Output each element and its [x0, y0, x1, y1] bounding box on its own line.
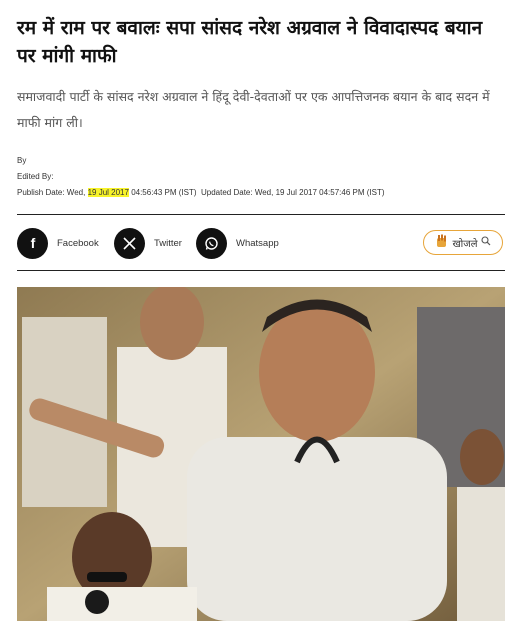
hand-logo-icon: [435, 234, 449, 251]
updated-date: Updated Date: Wed, 19 Jul 2017 04:57:46 …: [201, 188, 385, 197]
article-dates: Publish Date: Wed, 19 Jul 2017 04:56:43 …: [17, 188, 385, 197]
search-icon: [481, 236, 491, 249]
publish-date-prefix: Publish Date: Wed,: [17, 188, 86, 197]
share-twitter-button[interactable]: Twitter: [114, 227, 182, 259]
share-facebook-label: Facebook: [57, 237, 99, 249]
byline: By: [17, 156, 27, 165]
edited-by: Edited By:: [17, 172, 54, 181]
article-photo: [17, 287, 505, 621]
publish-date-highlight: 19 Jul 2017: [87, 188, 129, 197]
share-whatsapp-button[interactable]: Whatsapp: [196, 227, 279, 259]
share-whatsapp-label: Whatsapp: [236, 237, 279, 249]
share-twitter-label: Twitter: [154, 237, 182, 249]
publish-time: 04:56:43 PM (IST): [131, 188, 197, 197]
facebook-icon: f: [17, 227, 48, 259]
divider-bottom: [17, 270, 505, 271]
search-button[interactable]: खोजले: [423, 230, 503, 255]
parliament-photo-illustration: [17, 287, 505, 621]
article-headline: रम में राम पर बवालः सपा सांसद नरेश अग्रव…: [17, 17, 483, 67]
share-bar: f Facebook Twitter Whatsapp खोजले: [17, 227, 505, 259]
share-facebook-button[interactable]: f Facebook: [17, 227, 99, 259]
article-summary: समाजवादी पार्टी के सांसद नरेश अग्रवाल ने…: [17, 89, 490, 130]
search-label: खोजले: [452, 238, 478, 250]
x-icon: [114, 227, 145, 259]
svg-text:f: f: [30, 236, 35, 250]
divider-top: [17, 214, 505, 215]
whatsapp-icon: [196, 227, 227, 259]
